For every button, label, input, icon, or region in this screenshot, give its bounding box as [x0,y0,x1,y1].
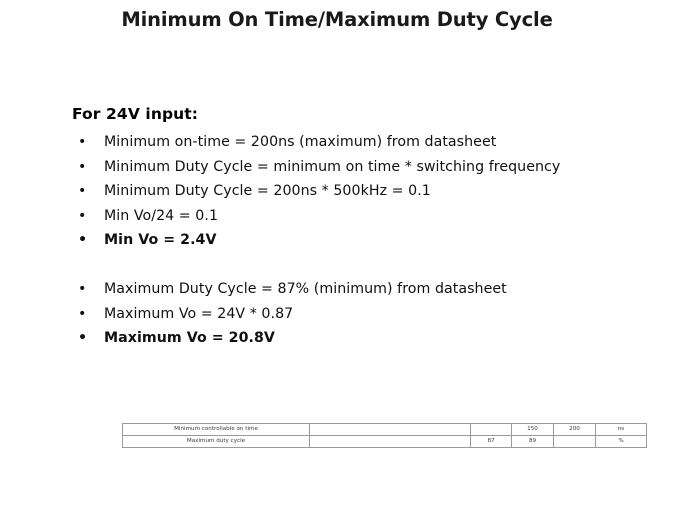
bullet-point-icon: • [78,134,87,150]
datasheet-specification-table: Minimum controllable on time 150 200 ns … [122,423,647,448]
bullet-point-icon: • [78,280,87,297]
table-cell-max: 200 [553,423,596,436]
table-cell-unit: ns [595,423,647,436]
list-item-label: Maximum Vo = 20.8V [104,330,275,347]
page-title: Minimum On Time/Maximum Duty Cycle [121,8,553,31]
table-cell-parameter: Maximum duty cycle [122,435,310,448]
table-cell-conditions [309,435,471,448]
list-item: • Min Vo = 2.4V [72,228,632,253]
list-item-label: Minimum Duty Cycle = minimum on time * s… [104,158,561,175]
table-row: Maximum duty cycle 87 89 % [122,435,647,448]
list-item-label: Minimum Duty Cycle = 200ns * 500kHz = 0.… [104,183,431,200]
table-cell-typ: 150 [511,423,554,436]
table-cell-parameter: Minimum controllable on time [122,423,310,436]
list-item: • Maximum Vo = 20.8V [72,326,632,351]
bullet-point-icon: • [78,305,87,322]
bullet-point-icon: • [78,183,87,200]
bullet-point-icon: • [78,232,88,249]
list-item-label: Maximum Duty Cycle = 87% (minimum) from … [104,280,507,297]
table-cell-conditions [309,423,471,436]
list-item-label: Minimum on-time = 200ns (maximum) from d… [104,134,497,150]
list-item: • Minimum Duty Cycle = 200ns * 500kHz = … [72,179,632,204]
slide-body: For 24V input: • Minimum on-time = 200ns… [72,104,632,351]
list-item-label: Min Vo = 2.4V [104,232,217,249]
table-cell-typ: 89 [511,435,554,448]
datasheet-table-container: Minimum controllable on time 150 200 ns … [122,423,647,448]
bullet-list-minimum: • Minimum on-time = 200ns (maximum) from… [72,130,632,277]
table-row: Minimum controllable on time 150 200 ns [122,423,647,436]
bullet-list-maximum: • Maximum Duty Cycle = 87% (minimum) fro… [72,277,632,351]
table-cell-min: 87 [470,435,512,448]
lead-in-heading: For 24V input: [72,105,199,123]
list-item: • Maximum Duty Cycle = 87% (minimum) fro… [72,277,632,302]
list-group-spacer [72,253,632,277]
table-cell-unit: % [595,435,647,448]
list-item: • Min Vo/24 = 0.1 [72,204,632,229]
list-item: • Minimum on-time = 200ns (maximum) from… [72,130,632,155]
table-cell-min [470,423,512,436]
slide-canvas: Minimum On Time/Maximum Duty Cycle For 2… [0,0,674,506]
list-item-label: Min Vo/24 = 0.1 [104,207,219,224]
list-item: • Maximum Vo = 24V * 0.87 [72,302,632,327]
bullet-point-icon: • [78,207,87,224]
table-cell-max [553,435,596,448]
bullet-point-icon: • [78,158,87,175]
bullet-point-icon: • [78,330,88,347]
list-item-label: Maximum Vo = 24V * 0.87 [104,305,294,322]
list-item: • Minimum Duty Cycle = minimum on time *… [72,155,632,180]
